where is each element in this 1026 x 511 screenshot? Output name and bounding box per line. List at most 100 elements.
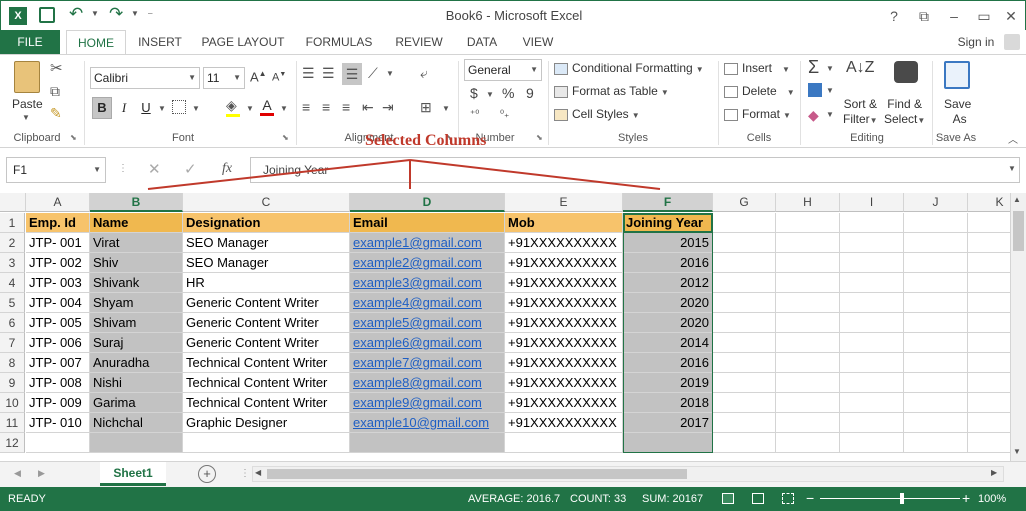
table-cell[interactable]: JTP- 002 <box>26 253 90 273</box>
insert-function-button[interactable]: fx <box>222 161 232 177</box>
table-cell[interactable]: JTP- 001 <box>26 233 90 253</box>
empty-cell[interactable] <box>713 233 776 253</box>
decrease-decimal-icon[interactable]: ⁰₊ <box>500 109 509 120</box>
empty-cell[interactable] <box>968 373 1010 393</box>
table-cell[interactable]: +91XXXXXXXXXX <box>505 413 623 433</box>
enter-icon[interactable]: ✓ <box>184 160 197 178</box>
page-layout-view-icon[interactable] <box>752 493 764 504</box>
empty-cell[interactable] <box>776 393 840 413</box>
table-cell[interactable]: JTP- 004 <box>26 293 90 313</box>
sheet-tab-sheet1[interactable]: Sheet1 <box>100 462 166 486</box>
tab-data[interactable]: DATA <box>458 30 506 54</box>
empty-cell[interactable] <box>904 313 968 333</box>
empty-cell[interactable] <box>776 373 840 393</box>
empty-cell[interactable] <box>968 353 1010 373</box>
table-cell[interactable]: Nishi <box>90 373 183 393</box>
middle-align-icon[interactable]: ☰ <box>322 65 335 82</box>
empty-cell[interactable] <box>350 433 505 453</box>
empty-cell[interactable] <box>776 253 840 273</box>
table-cell[interactable]: Technical Content Writer <box>183 373 350 393</box>
table-cell[interactable]: JTP- 007 <box>26 353 90 373</box>
empty-cell[interactable] <box>904 413 968 433</box>
zoom-out-button[interactable]: − <box>806 490 814 506</box>
table-cell[interactable]: JTP- 003 <box>26 273 90 293</box>
row-header[interactable]: 2 <box>0 233 25 253</box>
empty-cell[interactable] <box>840 253 904 273</box>
table-cell[interactable]: example6@gmail.com <box>350 333 505 353</box>
merge-center-icon[interactable]: ⊞ <box>420 99 432 116</box>
empty-cell[interactable] <box>776 353 840 373</box>
font-name-select[interactable]: Calibri ▼ <box>90 67 200 89</box>
column-header-k[interactable]: K <box>968 193 1010 212</box>
email-link[interactable]: example9@gmail.com <box>353 395 482 410</box>
normal-view-icon[interactable] <box>722 493 734 504</box>
format-as-table-button[interactable]: Format as Table ▼ <box>554 84 669 98</box>
empty-cell[interactable] <box>968 433 1010 453</box>
empty-cell[interactable] <box>968 413 1010 433</box>
page-break-view-icon[interactable] <box>782 493 794 504</box>
table-cell[interactable]: +91XXXXXXXXXX <box>505 333 623 353</box>
autosum-button[interactable]: Σ <box>808 57 819 78</box>
empty-cell[interactable] <box>904 393 968 413</box>
empty-cell[interactable] <box>713 313 776 333</box>
empty-cell[interactable] <box>840 393 904 413</box>
empty-cell[interactable] <box>713 293 776 313</box>
table-cell[interactable]: Nichchal <box>90 413 183 433</box>
fill-color-icon[interactable]: ◈ <box>226 97 240 117</box>
sort-filter-button[interactable]: Sort & Filter▼ <box>843 97 878 128</box>
scroll-right-icon[interactable]: ▶ <box>991 468 997 477</box>
empty-cell[interactable] <box>776 413 840 433</box>
avatar[interactable] <box>1004 34 1020 50</box>
empty-cell[interactable] <box>904 333 968 353</box>
table-cell[interactable]: SEO Manager <box>183 233 350 253</box>
collapse-ribbon-icon[interactable]: ︿ <box>1008 131 1018 146</box>
table-cell[interactable]: +91XXXXXXXXXX <box>505 393 623 413</box>
table-cell[interactable]: HR <box>183 273 350 293</box>
align-right-icon[interactable]: ≡ <box>342 99 350 115</box>
empty-cell[interactable] <box>776 233 840 253</box>
insert-cells-button[interactable]: Insert ▼ <box>724 61 790 75</box>
chevron-down-icon[interactable]: ▼ <box>158 104 166 113</box>
table-cell[interactable]: 2016 <box>623 353 713 373</box>
minimize-button[interactable]: – <box>939 1 969 31</box>
align-left-icon[interactable]: ≡ <box>302 99 310 115</box>
column-header-a[interactable]: A <box>26 193 90 212</box>
table-cell[interactable]: JTP- 005 <box>26 313 90 333</box>
table-cell[interactable]: +91XXXXXXXXXX <box>505 313 623 333</box>
email-link[interactable]: example4@gmail.com <box>353 295 482 310</box>
chevron-down-icon[interactable]: ▼ <box>826 110 834 119</box>
empty-cell[interactable] <box>904 293 968 313</box>
empty-cell[interactable] <box>776 313 840 333</box>
table-cell[interactable]: Generic Content Writer <box>183 333 350 353</box>
wrap-text-icon[interactable]: ⤶ <box>420 65 428 82</box>
empty-cell[interactable] <box>713 333 776 353</box>
row-header[interactable]: 3 <box>0 253 25 273</box>
table-cell[interactable]: Technical Content Writer <box>183 393 350 413</box>
table-cell[interactable]: Shyam <box>90 293 183 313</box>
email-link[interactable]: example6@gmail.com <box>353 335 482 350</box>
email-link[interactable]: example10@gmail.com <box>353 415 489 430</box>
row-header[interactable]: 7 <box>0 333 25 353</box>
empty-cell[interactable] <box>776 333 840 353</box>
expand-formula-bar-icon[interactable]: ▼ <box>1008 164 1016 173</box>
tab-formulas[interactable]: FORMULAS <box>298 30 380 54</box>
row-header[interactable]: 9 <box>0 373 25 393</box>
borders-icon[interactable] <box>172 100 186 114</box>
underline-button[interactable]: U <box>138 97 154 119</box>
column-header-e[interactable]: E <box>505 193 623 212</box>
chevron-down-icon[interactable]: ▼ <box>192 104 200 113</box>
column-header-j[interactable]: J <box>904 193 968 212</box>
row-header[interactable]: 1 <box>0 213 25 233</box>
table-header-cell[interactable]: Emp. Id <box>26 213 90 233</box>
table-cell[interactable]: Technical Content Writer <box>183 353 350 373</box>
empty-cell[interactable] <box>26 433 90 453</box>
empty-cell[interactable] <box>968 253 1010 273</box>
paste-icon[interactable] <box>14 61 40 93</box>
cancel-icon[interactable]: ✕ <box>148 160 161 178</box>
table-cell[interactable]: Suraj <box>90 333 183 353</box>
email-link[interactable]: example2@gmail.com <box>353 255 482 270</box>
cut-icon[interactable]: ✂ <box>50 59 63 77</box>
email-link[interactable]: example7@gmail.com <box>353 355 482 370</box>
column-header-b[interactable]: B <box>90 193 183 212</box>
table-cell[interactable]: 2012 <box>623 273 713 293</box>
